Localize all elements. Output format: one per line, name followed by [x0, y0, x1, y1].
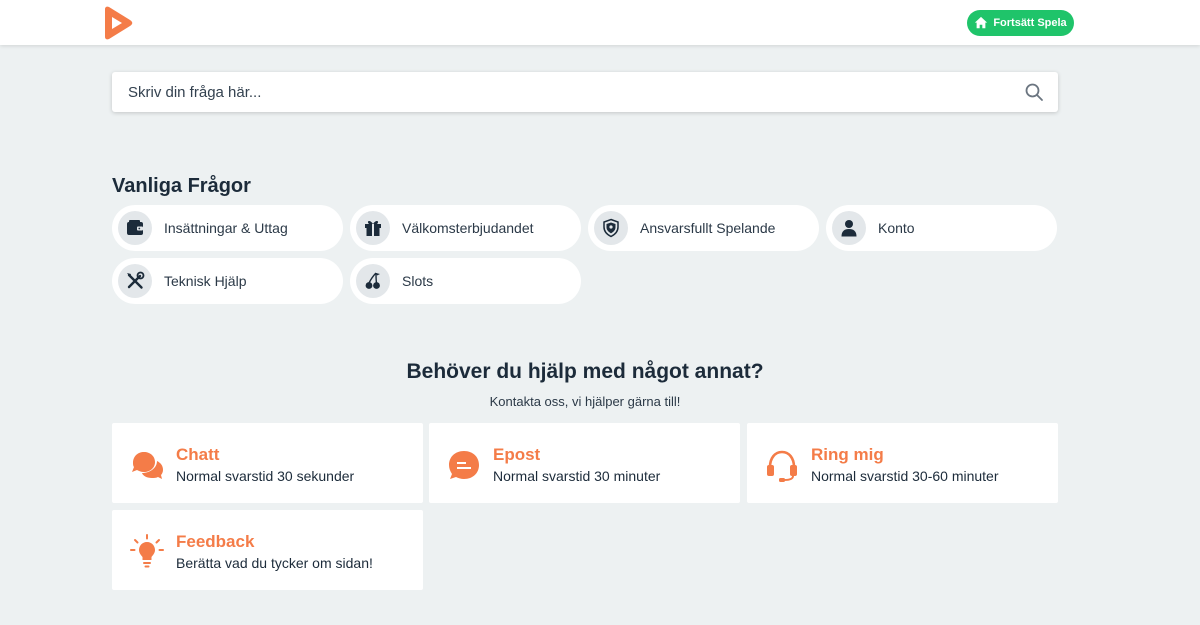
faq-item-responsible-gaming[interactable]: Ansvarsfullt Spelande: [588, 205, 819, 251]
faq-item-welcome-offer[interactable]: Välkomsterbjudandet: [350, 205, 581, 251]
contact-title: Epost: [493, 445, 541, 464]
contact-subtitle: Normal svarstid 30 sekunder: [176, 468, 355, 484]
headset-icon: [767, 450, 797, 482]
contact-subtitle: Berätta vad du tycker om sidan!: [176, 555, 373, 571]
lightbulb-icon: [130, 534, 164, 568]
cherries-icon: [365, 272, 380, 289]
shield-icon: [603, 218, 619, 238]
email-bubble-icon: [449, 451, 479, 479]
search-icon[interactable]: [1024, 82, 1044, 102]
faq-item-deposits[interactable]: Insättningar & Uttag: [112, 205, 343, 251]
contact-title: Feedback: [176, 532, 255, 551]
faq-item-label: Insättningar & Uttag: [164, 220, 288, 236]
faq-item-tech-help[interactable]: Teknisk Hjälp: [112, 258, 343, 304]
continue-playing-label: Fortsätt Spela: [993, 17, 1067, 29]
home-icon: [975, 16, 988, 29]
play-logo-icon[interactable]: [100, 6, 134, 40]
contact-subtitle: Normal svarstid 30 minuter: [493, 468, 661, 484]
faq-title: Vanliga Frågor: [112, 175, 251, 197]
faq-item-label: Välkomsterbjudandet: [402, 220, 534, 236]
continue-playing-button[interactable]: Fortsätt Spela: [967, 10, 1074, 36]
contact-card-email[interactable]: Epost Normal svarstid 30 minuter: [429, 423, 740, 503]
help-title: Behöver du hjälp med något annat?: [406, 360, 764, 383]
contact-subtitle: Normal svarstid 30-60 minuter: [811, 468, 999, 484]
contact-title: Chatt: [176, 445, 220, 464]
wallet-icon: [127, 220, 143, 235]
tools-icon: [127, 271, 145, 289]
faq-item-label: Ansvarsfullt Spelande: [640, 220, 776, 236]
faq-item-label: Teknisk Hjälp: [164, 273, 247, 289]
contact-card-feedback[interactable]: Feedback Berätta vad du tycker om sidan!: [112, 510, 423, 590]
chat-bubbles-icon: [132, 452, 163, 479]
faq-item-label: Konto: [878, 220, 915, 236]
top-bar: Fortsätt Spela: [0, 0, 1200, 45]
gift-icon: [365, 220, 381, 236]
search-input[interactable]: [112, 72, 1024, 112]
search-bar: [112, 72, 1058, 112]
faq-item-label: Slots: [402, 273, 434, 289]
contact-card-chat[interactable]: Chatt Normal svarstid 30 sekunder: [112, 423, 423, 503]
contact-title: Ring mig: [811, 445, 884, 464]
contact-card-call[interactable]: Ring mig Normal svarstid 30-60 minuter: [747, 423, 1058, 503]
faq-item-account[interactable]: Konto: [826, 205, 1057, 251]
user-icon: [841, 220, 857, 237]
help-subtitle: Kontakta oss, vi hjälper gärna till!: [489, 394, 681, 409]
faq-item-slots[interactable]: Slots: [350, 258, 581, 304]
